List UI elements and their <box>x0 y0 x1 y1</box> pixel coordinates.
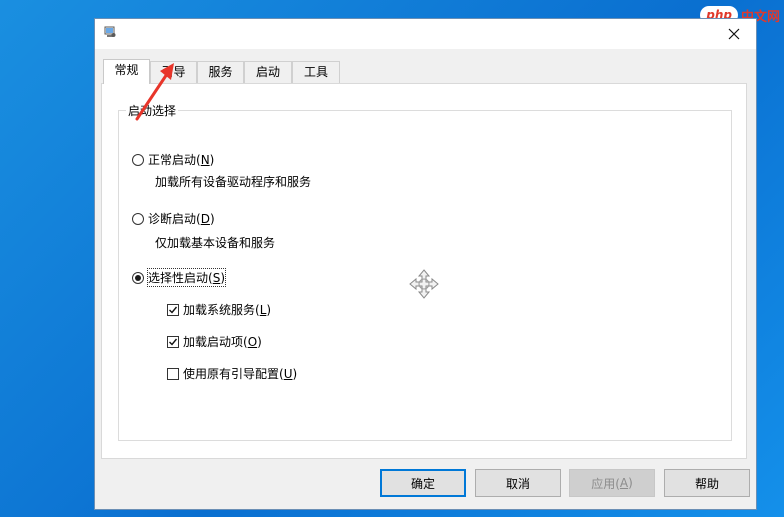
tab-tools[interactable]: 工具 <box>292 61 340 83</box>
ok-button[interactable]: 确定 <box>380 469 466 497</box>
diagnostic-startup-radio[interactable] <box>132 212 144 225</box>
apply-button[interactable]: 应用(A) <box>569 469 655 497</box>
close-icon <box>728 28 740 40</box>
checkmark-icon <box>169 306 178 314</box>
cancel-button[interactable]: 取消 <box>475 469 561 497</box>
checkmark-icon <box>169 338 178 346</box>
load-system-services-checkbox[interactable] <box>167 303 179 316</box>
tab-services[interactable]: 服务 <box>197 61 244 83</box>
use-original-boot-config-option[interactable]: 使用原有引导配置(U) <box>167 365 297 382</box>
normal-startup-radio[interactable] <box>132 153 144 166</box>
selective-startup-option[interactable]: 选择性启动(S) <box>132 268 226 287</box>
normal-startup-label: 正常启动(N) <box>148 153 215 167</box>
msconfig-app-icon <box>104 26 116 37</box>
selective-startup-radio[interactable] <box>132 271 144 284</box>
diagnostic-startup-description: 仅加载基本设备和服务 <box>155 236 276 250</box>
load-system-services-label: 加载系统服务(L) <box>183 303 272 317</box>
diagnostic-startup-option[interactable]: 诊断启动(D) <box>132 210 215 227</box>
move-cursor-icon <box>409 269 439 299</box>
title-bar <box>95 19 756 49</box>
help-button[interactable]: 帮助 <box>664 469 750 497</box>
tab-general[interactable]: 常规 <box>103 59 150 84</box>
use-original-boot-config-label: 使用原有引导配置(U) <box>183 367 298 381</box>
normal-startup-option[interactable]: 正常启动(N) <box>132 151 214 168</box>
diagnostic-startup-label: 诊断启动(D) <box>148 212 215 226</box>
use-original-boot-config-checkbox[interactable] <box>167 367 179 380</box>
selective-startup-label: 选择性启动(S) <box>147 268 226 287</box>
tab-startup[interactable]: 启动 <box>244 61 292 83</box>
load-startup-items-option[interactable]: 加载启动项(O) <box>167 333 262 350</box>
load-startup-items-checkbox[interactable] <box>167 335 179 348</box>
close-button[interactable] <box>712 19 756 49</box>
load-system-services-option[interactable]: 加载系统服务(L) <box>167 301 271 318</box>
normal-startup-description: 加载所有设备驱动程序和服务 <box>155 175 312 189</box>
load-startup-items-label: 加载启动项(O) <box>183 335 262 349</box>
